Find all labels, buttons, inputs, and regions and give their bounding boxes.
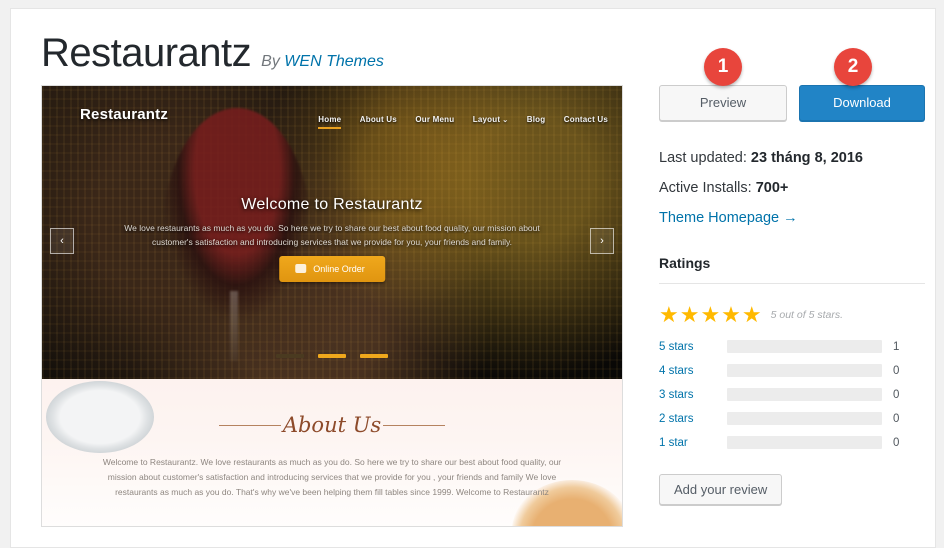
rating-bar-track-2 [727,412,882,425]
rating-label-3[interactable]: 3 stars [659,389,694,401]
online-order-button[interactable]: Online Order [279,256,385,282]
theme-homepage-link[interactable]: Theme Homepage → [659,210,798,226]
rating-count-1: 0 [893,437,900,449]
site-logo: Restaurantz [80,106,169,123]
rating-count-3: 0 [893,389,900,401]
theme-detail-card: Restaurantz By WEN Themes Restaurantz Hom… [10,8,936,548]
about-body-text: Welcome to Restaurantz. We love restaura… [102,457,562,497]
slider-next-button[interactable]: › [590,228,614,254]
page-title: Restaurantz [41,31,252,75]
online-order-label: Online Order [313,264,365,274]
nav-item-about-us[interactable]: About Us [360,115,397,127]
theme-meta: Last updated: 23 tháng 8, 2016 Active In… [659,143,925,233]
by-prefix: By [261,53,285,70]
cart-icon [295,264,307,273]
slider-dot-1[interactable] [275,354,304,358]
hero-title: Welcome to Restaurantz [241,196,423,213]
theme-author-link[interactable]: WEN Themes [284,53,384,70]
theme-header: Restaurantz By WEN Themes [41,31,384,75]
heading-rule-right [383,425,446,426]
rating-count-2: 0 [893,413,900,425]
add-review-button[interactable]: Add your review [659,474,783,505]
slider-dot-2[interactable] [318,354,346,358]
preview-button[interactable]: Preview [659,85,787,121]
rating-row-2: 2 stars 0 [659,410,925,434]
rating-label-4[interactable]: 4 stars [659,365,694,377]
nav-item-our-menu[interactable]: Our Menu [415,115,454,127]
last-updated-label: Last updated: [659,150,751,166]
rating-bar-track-1 [727,436,882,449]
rating-row-3: 3 stars 0 [659,386,925,410]
active-installs-row: Active Installs: 700+ [659,173,925,203]
rating-summary: 5 out of 5 stars. [770,309,843,321]
download-button[interactable]: Download [799,85,925,121]
nav-item-blog[interactable]: Blog [527,115,546,127]
slider-prev-button[interactable]: ‹ [50,228,74,254]
about-heading: About Us [42,413,622,437]
ratings-heading: Ratings [659,255,925,284]
slider-dot-3[interactable] [360,354,389,358]
action-buttons: Preview Download 1 2 [659,48,925,121]
rating-label-1[interactable]: 1 star [659,437,688,449]
nav-item-layout[interactable]: Layout ⌄ [473,115,509,127]
star-rating: ★★★★★ 5 out of 5 stars. [659,302,925,327]
last-updated-value: 23 tháng 8, 2016 [750,150,863,166]
theme-about-section: About Us Welcome to Restaurantz. We love… [42,379,622,526]
step-badge-1: 1 [704,48,742,86]
star-icon-group: ★★★★★ [659,302,763,327]
site-nav: Home About Us Our Menu Layout ⌄ Blog Cont… [304,109,608,129]
rating-row-5: 5 stars 1 [659,338,925,362]
nav-item-home[interactable]: Home [318,115,342,129]
slider-pagination[interactable] [42,345,622,363]
rating-label-5[interactable]: 5 stars [659,341,694,353]
nav-item-contact-us[interactable]: Contact Us [564,115,608,127]
theme-hero-slider: Restaurantz Home About Us Our Menu Layou… [42,86,622,379]
theme-author: By WEN Themes [261,53,384,71]
rating-bar-track-3 [727,388,882,401]
rating-row-4: 4 stars 0 [659,362,925,386]
rating-count-5: 1 [893,341,900,353]
rating-bar-track-5 [727,340,882,353]
rating-label-2[interactable]: 2 stars [659,413,694,425]
step-badge-2: 2 [834,48,872,86]
theme-sidebar: Preview Download 1 2 Last updated: 23 th… [659,48,925,505]
last-updated-row: Last updated: 23 tháng 8, 2016 [659,143,925,173]
theme-homepage-row: Theme Homepage → [659,203,925,233]
rating-breakdown: 5 stars 1 4 stars 0 3 stars 0 2 stars 0 … [659,338,925,458]
chevron-down-icon: ⌄ [502,117,509,124]
rating-bar-track-4 [727,364,882,377]
active-installs-label: Active Installs: [659,180,756,196]
heading-rule-left [218,425,281,426]
active-installs-value: 700+ [755,180,789,196]
theme-screenshot[interactable]: Restaurantz Home About Us Our Menu Layou… [41,85,623,527]
hero-description: We love restaurants as much as you do. S… [124,223,540,247]
rating-row-1: 1 star 0 [659,434,925,458]
rating-count-4: 0 [893,365,900,377]
